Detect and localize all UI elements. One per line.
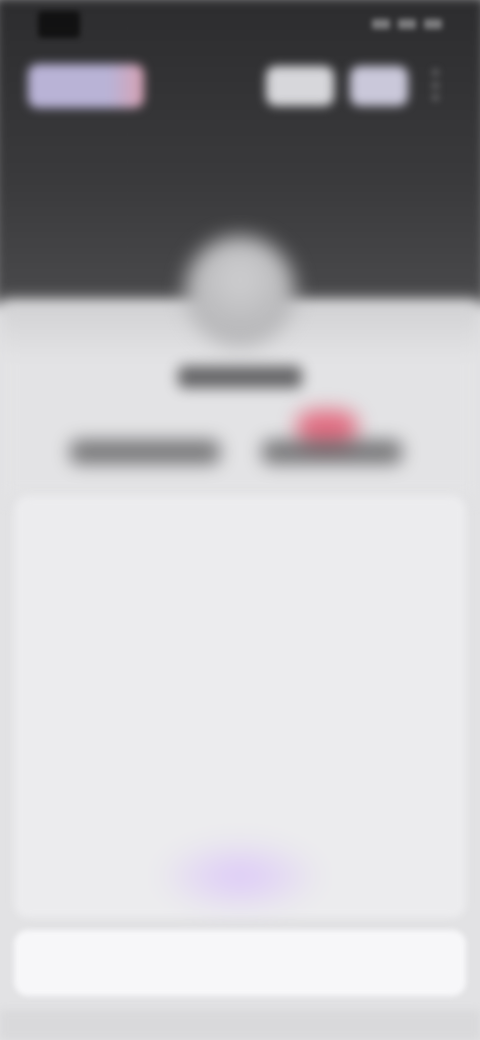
more-icon[interactable] xyxy=(424,70,446,100)
action-sheet-item-3[interactable] xyxy=(14,636,466,706)
action-sheet-item-6[interactable] xyxy=(14,846,466,916)
status-bar xyxy=(0,0,480,48)
more-dot xyxy=(432,70,438,75)
avatar[interactable] xyxy=(185,236,295,346)
header-button-1[interactable] xyxy=(266,66,334,106)
profile-stat-2[interactable] xyxy=(262,440,402,464)
header-button-2[interactable] xyxy=(350,66,408,106)
status-time xyxy=(38,10,81,38)
home-indicator xyxy=(0,1010,480,1040)
signal-icon xyxy=(372,19,390,29)
header-chip[interactable] xyxy=(28,64,144,108)
action-sheet xyxy=(14,496,466,918)
action-sheet-item-2[interactable] xyxy=(14,566,466,636)
profile-stat-1[interactable] xyxy=(70,440,220,464)
action-sheet-item-4[interactable] xyxy=(14,706,466,776)
screen xyxy=(0,0,480,1040)
wifi-icon xyxy=(398,19,416,29)
status-icons xyxy=(372,19,442,29)
action-sheet-item-5[interactable] xyxy=(14,776,466,846)
battery-icon xyxy=(424,19,442,29)
more-dot xyxy=(432,82,438,88)
more-dot xyxy=(432,95,438,100)
username xyxy=(178,366,302,388)
action-sheet-item-1[interactable] xyxy=(14,496,466,566)
cancel-button[interactable] xyxy=(14,930,466,996)
